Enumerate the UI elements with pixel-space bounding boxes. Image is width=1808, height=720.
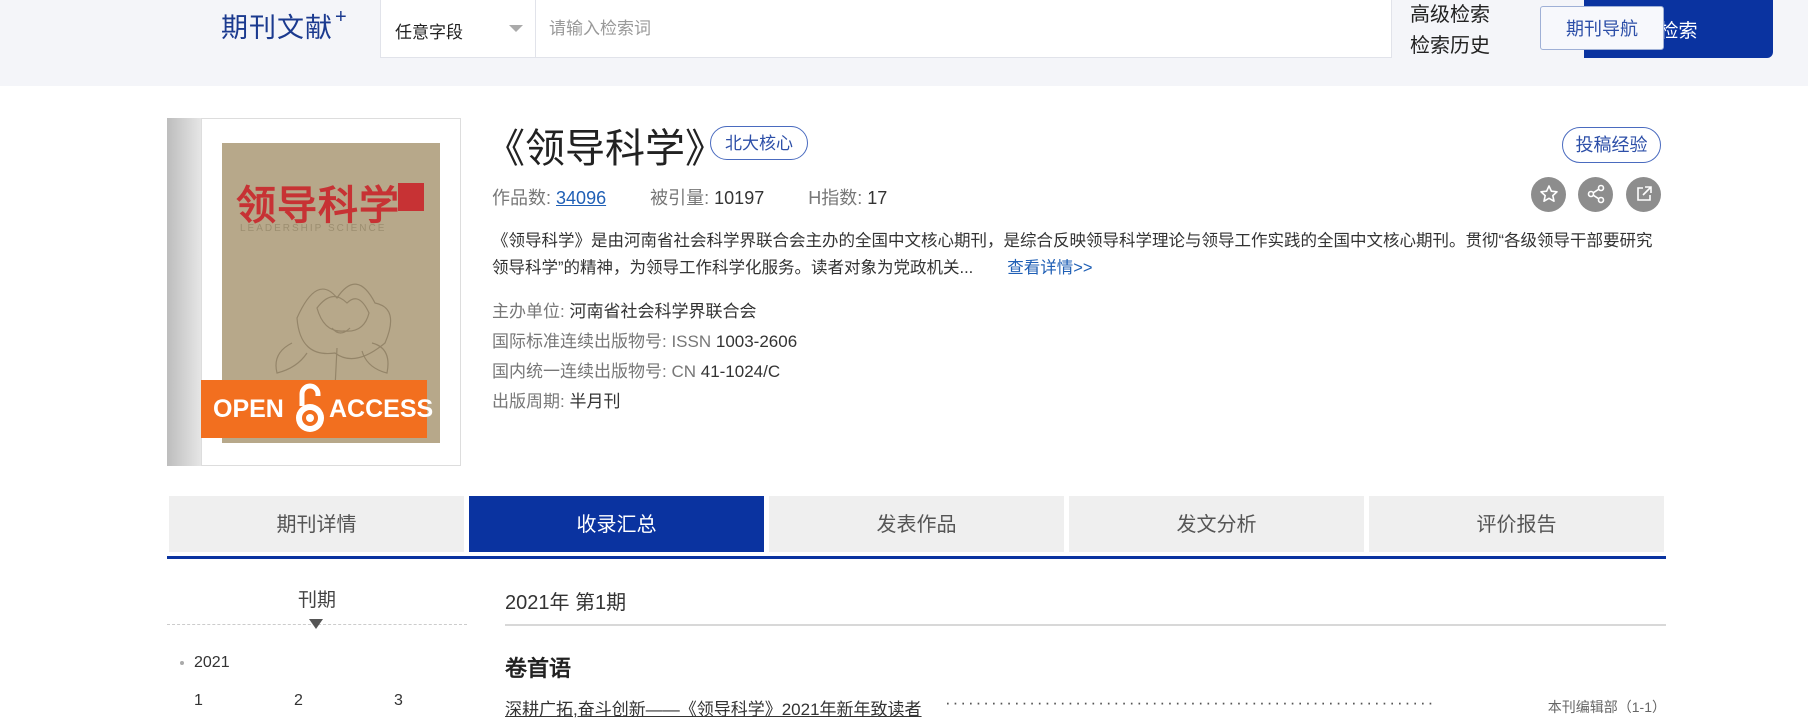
issue-number[interactable]: 2	[294, 692, 303, 710]
meta-value: 41-1024/C	[700, 362, 781, 381]
cover-spine	[167, 118, 203, 466]
search-box: 任意字段 检索	[380, 0, 1773, 58]
issue-number[interactable]: 3	[394, 692, 403, 710]
triangle-down-icon	[309, 619, 323, 629]
journal-cover: 领导科学 LEADERSHIP SCIENCE OPEN ACCESS	[167, 118, 461, 466]
external-link-icon	[1636, 186, 1652, 201]
open-access-left: OPEN	[213, 395, 284, 423]
tab-collection-summary[interactable]: 收录汇总	[469, 496, 764, 552]
chevron-down-icon	[509, 25, 523, 32]
meta-row: 出版周期: 半月刊	[492, 387, 797, 417]
h-index-value: 17	[867, 188, 888, 208]
open-access-right: ACCESS	[329, 395, 434, 423]
journal-tabs: 期刊详情 收录汇总 发表作品 发文分析 评价报告	[167, 496, 1666, 559]
meta-row: 主办单位: 河南省社会科学界联合会	[492, 297, 797, 327]
leader-dots: ········································…	[945, 693, 1436, 712]
journal-stats: 作品数: 34096 被引量: 10197 H指数: 17	[492, 184, 887, 210]
field-select-value: 任意字段	[395, 23, 463, 42]
meta-label: 出版周期:	[492, 392, 565, 411]
meta-value: 半月刊	[569, 392, 621, 411]
meta-row: 国际标准连续出版物号: ISSN 1003-2606	[492, 327, 797, 357]
share-button[interactable]	[1578, 177, 1613, 212]
open-lock-icon	[296, 383, 324, 432]
brand-text: 期刊文献	[221, 13, 333, 43]
submit-experience-button[interactable]: 投稿经验	[1562, 127, 1661, 163]
cited-value: 10197	[714, 188, 765, 208]
journal-title: 《领导科学》	[485, 127, 725, 171]
article-title-link[interactable]: 深耕广拓,奋斗创新——《领导科学》2021年新年致读者	[505, 700, 922, 719]
works-count-link[interactable]: 34096	[556, 188, 606, 208]
meta-value: 河南省社会科学界联合会	[569, 302, 757, 321]
works-label: 作品数:	[492, 188, 552, 208]
tab-publication-analysis[interactable]: 发文分析	[1069, 496, 1364, 552]
content-divider	[505, 624, 1666, 626]
meta-label: 国内统一连续出版物号: CN	[492, 362, 696, 381]
h-index-label: H指数:	[808, 188, 863, 208]
site-logo[interactable]: 期刊文献 +	[221, 6, 348, 45]
share-icon	[1587, 184, 1604, 204]
article-row: 深耕广拓,奋斗创新——《领导科学》2021年新年致读者 ············…	[505, 693, 1666, 720]
section-heading: 卷首语	[505, 656, 572, 681]
article-author: 本刊编辑部（1-1）	[1547, 699, 1666, 715]
search-input[interactable]	[537, 0, 1129, 57]
tab-evaluation-report[interactable]: 评价报告	[1369, 496, 1664, 552]
issues-heading: 刊期	[297, 590, 336, 611]
field-select[interactable]: 任意字段	[381, 0, 536, 57]
issue-number[interactable]: 1	[194, 692, 203, 710]
year-label: 2021	[194, 654, 230, 671]
bullet-icon	[180, 660, 184, 665]
journal-description: 《领导科学》是由河南省社会科学界联合会主办的全国中文核心期刊，是综合反映领导科学…	[492, 228, 1664, 282]
favorite-button[interactable]	[1531, 177, 1566, 212]
top-search-bar: 期刊文献+ 任意字段 检索 高级检索 检索历史 期刊导航	[0, 0, 1808, 86]
current-issue-title: 2021年 第1期	[505, 592, 627, 614]
advanced-search-link[interactable]: 高级检索	[1410, 0, 1490, 31]
meta-label: 主办单位:	[492, 302, 565, 321]
journal-meta: 主办单位: 河南省社会科学界联合会 国际标准连续出版物号: ISSN 1003-…	[492, 297, 797, 417]
journal-nav-button[interactable]: 期刊导航	[1540, 6, 1664, 50]
tab-journal-details[interactable]: 期刊详情	[169, 496, 464, 552]
more-details-link[interactable]: 查看详情>>	[1007, 259, 1092, 277]
open-external-button[interactable]	[1626, 177, 1661, 212]
core-badge[interactable]: 北大核心	[710, 126, 808, 160]
meta-value: 1003-2606	[715, 332, 798, 351]
brand-plus: +	[335, 6, 348, 28]
year-item[interactable]: 2021	[180, 654, 230, 672]
search-history-link[interactable]: 检索历史	[1410, 31, 1490, 62]
star-icon	[1539, 185, 1558, 202]
tab-published-works[interactable]: 发表作品	[769, 496, 1064, 552]
meta-row: 国内统一连续出版物号: CN 41-1024/C	[492, 357, 797, 387]
meta-label: 国际标准连续出版物号: ISSN	[492, 332, 712, 351]
search-side-links: 高级检索 检索历史	[1410, 0, 1490, 62]
open-access-banner: OPEN ACCESS	[201, 380, 433, 438]
cited-label: 被引量:	[650, 188, 710, 208]
